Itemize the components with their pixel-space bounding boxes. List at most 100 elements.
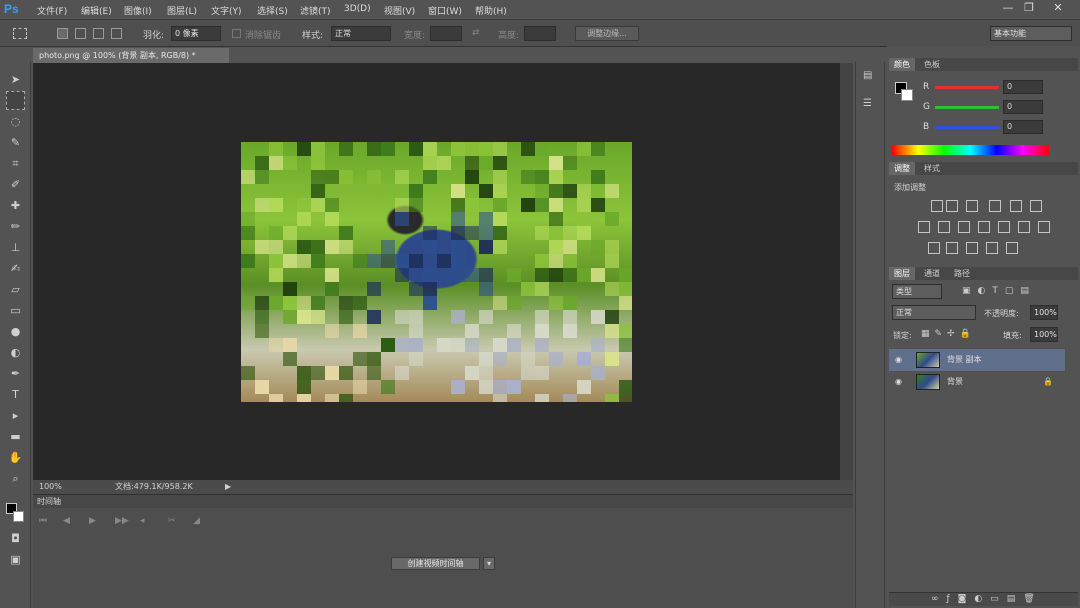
green-slider[interactable]: [935, 106, 999, 109]
style-select[interactable]: 正常: [331, 26, 391, 41]
tab-adjustments[interactable]: 调整: [889, 162, 915, 175]
marquee-preset-icon[interactable]: [13, 28, 27, 39]
add-selection-icon[interactable]: [75, 28, 86, 39]
adjustment-icon[interactable]: [918, 221, 930, 233]
menu-select[interactable]: 选择(S): [257, 4, 288, 17]
layer-footer-icons[interactable]: ∞ƒ◙◐▭▤🗑: [931, 594, 1043, 604]
menu-type[interactable]: 文字(Y): [211, 4, 242, 17]
create-video-timeline-button[interactable]: 创建视频时间轴: [391, 557, 480, 570]
color-background-swatch[interactable]: [901, 89, 913, 101]
adjustment-icon[interactable]: [1010, 200, 1022, 212]
blue-value-input[interactable]: 0: [1003, 120, 1043, 134]
status-menu-arrow-icon[interactable]: ▶: [225, 480, 231, 494]
adjustment-icon[interactable]: [1030, 200, 1042, 212]
timeline-dropdown-icon[interactable]: ▾: [483, 557, 495, 570]
adjustment-icon[interactable]: [1018, 221, 1030, 233]
layer-row[interactable]: ◉ 背景 🔒: [889, 371, 1065, 393]
adjustment-icon[interactable]: [966, 242, 978, 254]
blue-slider[interactable]: [935, 126, 999, 129]
tab-color[interactable]: 颜色: [889, 58, 915, 71]
blur-tool-icon[interactable]: ●: [6, 322, 25, 341]
marquee-tool-icon[interactable]: [6, 91, 25, 110]
green-value-input[interactable]: 0: [1003, 100, 1043, 114]
color-spectrum-bar[interactable]: [892, 145, 1049, 155]
play-icon[interactable]: ▶: [89, 516, 96, 526]
minimize-button[interactable]: —: [1000, 1, 1016, 15]
document-image[interactable]: [241, 142, 632, 402]
stamp-tool-icon[interactable]: ⊥: [6, 238, 25, 257]
layer-name[interactable]: 背景: [947, 371, 963, 393]
intersect-selection-icon[interactable]: [111, 28, 122, 39]
adjustment-icon[interactable]: [1038, 221, 1050, 233]
tab-channels[interactable]: 通道: [919, 267, 945, 280]
opacity-input[interactable]: 100%: [1030, 305, 1058, 320]
adjustment-icon[interactable]: [931, 200, 943, 212]
shape-tool-icon[interactable]: ▬: [6, 427, 25, 446]
adjustment-icon[interactable]: [978, 221, 990, 233]
refine-edge-button[interactable]: 调整边缘...: [575, 26, 639, 41]
menu-file[interactable]: 文件(F): [37, 4, 67, 17]
new-selection-icon[interactable]: [57, 28, 68, 39]
layer-filter-icons[interactable]: ▣◐T▢▤: [962, 286, 1036, 296]
screen-mode-icon[interactable]: ▣: [6, 550, 25, 569]
menu-filter[interactable]: 滤镜(T): [300, 4, 331, 17]
swap-icon[interactable]: ⇄: [472, 28, 480, 38]
antialias-checkbox[interactable]: [232, 29, 241, 38]
adjustment-icon[interactable]: [989, 200, 1001, 212]
brush-tool-icon[interactable]: ✏: [6, 217, 25, 236]
adjustment-icon[interactable]: [1006, 242, 1018, 254]
tab-paths[interactable]: 路径: [949, 267, 975, 280]
gradient-tool-icon[interactable]: ▭: [6, 301, 25, 320]
hand-tool-icon[interactable]: ✋: [6, 448, 25, 467]
quick-mask-icon[interactable]: ◘: [6, 529, 25, 548]
adjustment-icon[interactable]: [958, 221, 970, 233]
layer-name[interactable]: 背景 副本: [947, 349, 982, 371]
document-tab[interactable]: photo.png @ 100% (背景 副本, RGB/8) *: [33, 48, 229, 63]
quick-select-tool-icon[interactable]: ✎: [6, 133, 25, 152]
transition-icon[interactable]: ◢: [193, 516, 200, 526]
prev-frame-icon[interactable]: ◀: [63, 516, 70, 526]
height-input[interactable]: [524, 26, 556, 41]
feather-input[interactable]: 0 像素: [171, 26, 221, 41]
properties-panel-icon[interactable]: ☰: [863, 98, 872, 109]
visibility-eye-icon[interactable]: ◉: [895, 371, 902, 393]
menu-3d[interactable]: 3D(D): [344, 4, 371, 14]
restore-button[interactable]: ❐: [1021, 1, 1037, 15]
adjustment-icon[interactable]: [998, 221, 1010, 233]
split-icon[interactable]: ✂: [168, 516, 176, 526]
workspace-select[interactable]: 基本功能: [990, 26, 1072, 41]
adjustment-icon[interactable]: [938, 221, 950, 233]
lock-icons[interactable]: ▦✎✢🔒: [921, 329, 976, 339]
fill-input[interactable]: 100%: [1030, 327, 1058, 342]
red-slider[interactable]: [935, 86, 999, 89]
tab-layers[interactable]: 图层: [889, 267, 915, 280]
adjustment-icon[interactable]: [946, 200, 958, 212]
type-tool-icon[interactable]: T: [6, 385, 25, 404]
zoom-tool-icon[interactable]: ⌕: [6, 469, 25, 488]
dodge-tool-icon[interactable]: ◐: [6, 343, 25, 362]
tab-styles[interactable]: 样式: [919, 162, 945, 175]
menu-edit[interactable]: 编辑(E): [81, 4, 112, 17]
menu-window[interactable]: 窗口(W): [428, 4, 462, 17]
layer-filter-select[interactable]: 类型: [892, 284, 942, 299]
menu-image[interactable]: 图像(I): [124, 4, 152, 17]
eraser-tool-icon[interactable]: ▱: [6, 280, 25, 299]
close-button[interactable]: ✕: [1050, 1, 1066, 15]
move-tool-icon[interactable]: ➤: [6, 70, 25, 89]
width-input[interactable]: [430, 26, 462, 41]
adjustment-icon[interactable]: [986, 242, 998, 254]
vertical-scrollbar[interactable]: [840, 63, 853, 480]
adjustment-icon[interactable]: [946, 242, 958, 254]
lasso-tool-icon[interactable]: ◌: [6, 112, 25, 131]
tab-swatches[interactable]: 色板: [919, 58, 945, 71]
path-select-tool-icon[interactable]: ▸: [6, 406, 25, 425]
menu-view[interactable]: 视图(V): [384, 4, 415, 17]
layer-row-selected[interactable]: ◉ 背景 副本: [889, 349, 1065, 371]
pen-tool-icon[interactable]: ✒: [6, 364, 25, 383]
first-frame-icon[interactable]: ⏮: [39, 516, 47, 526]
next-frame-icon[interactable]: ▶▶: [115, 516, 129, 526]
crop-tool-icon[interactable]: ⌗: [6, 154, 25, 173]
audio-icon[interactable]: ◂: [140, 516, 145, 526]
zoom-level[interactable]: 100%: [39, 480, 62, 494]
eyedropper-tool-icon[interactable]: ✐: [6, 175, 25, 194]
